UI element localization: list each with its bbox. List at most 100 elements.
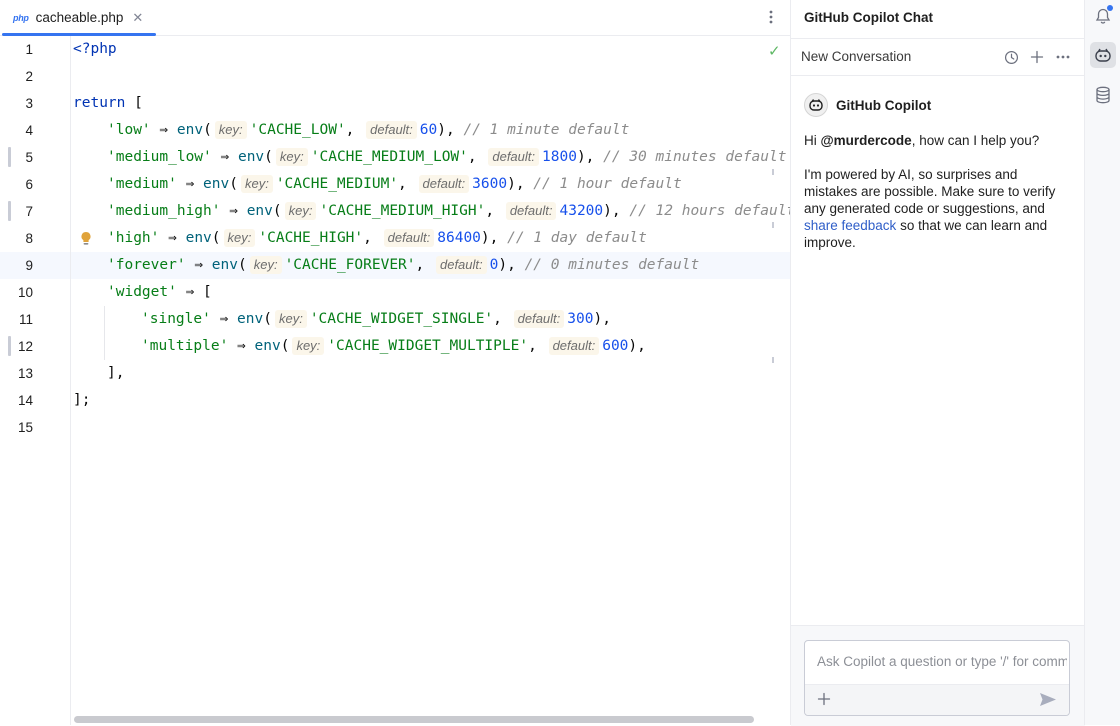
- editor-tab-cacheable-php[interactable]: php cacheable.php ✕: [0, 0, 156, 36]
- line-number: 12: [17, 339, 33, 354]
- line-number: 13: [17, 366, 33, 381]
- code-text: 'forever' ⇒ env(key: 'CACHE_FOREVER', def…: [107, 256, 700, 274]
- more-options-icon[interactable]: [760, 6, 782, 28]
- code-line-5[interactable]: 5 'medium_low' ⇒ env(key: 'CACHE_MEDIUM_L…: [0, 144, 790, 171]
- conversation-toolbar: New Conversation: [791, 38, 1085, 76]
- scroll-marker[interactable]: [772, 222, 774, 228]
- code-text: 'single' ⇒ env(key: 'CACHE_WIDGET_SINGLE'…: [141, 310, 611, 328]
- more-options-icon[interactable]: [1054, 48, 1072, 66]
- copilot-panel-header: GitHub Copilot Chat: [791, 0, 1085, 35]
- indent-guide: [104, 306, 105, 360]
- param-hint: default:: [435, 256, 487, 274]
- line-number: 14: [17, 393, 33, 408]
- chat-input-actions: [805, 684, 1069, 715]
- param-hint: key:: [249, 256, 282, 274]
- param-hint: key:: [284, 202, 317, 220]
- code-text: 'medium' ⇒ env(key: 'CACHE_MEDIUM', defau…: [107, 175, 682, 193]
- notifications-bell-icon[interactable]: [1090, 3, 1116, 29]
- chat-input-area: Ask Copilot a question or type '/' for c…: [791, 625, 1085, 726]
- line-number: 7: [25, 204, 33, 219]
- copilot-chat-panel: GitHub Copilot Chat New Conversation Git…: [790, 0, 1085, 726]
- param-hint: default:: [488, 148, 540, 166]
- copilot-welcome-message: GitHub Copilot Hi @murdercode, how can I…: [804, 93, 1074, 251]
- line-number: 15: [17, 420, 33, 435]
- line-number: 5: [25, 150, 33, 165]
- right-tool-window-strip: [1084, 0, 1120, 725]
- line-number: 4: [25, 123, 33, 138]
- code-line-3[interactable]: 3 return [: [0, 90, 790, 117]
- line-number: 10: [17, 285, 33, 300]
- author-name: GitHub Copilot: [836, 97, 932, 113]
- code-line-10[interactable]: 10 'widget' ⇒ [: [0, 279, 790, 306]
- gutter-divider: [70, 36, 71, 725]
- line-number: 3: [25, 96, 33, 111]
- attach-plus-icon[interactable]: [817, 690, 831, 711]
- send-icon[interactable]: [1039, 692, 1057, 712]
- copilot-avatar-icon: [804, 93, 828, 117]
- scroll-marker[interactable]: [772, 169, 774, 175]
- scroll-marker[interactable]: [772, 357, 774, 363]
- copilot-chat-tool-icon[interactable]: [1090, 42, 1116, 68]
- code-text: 'high' ⇒ env(key: 'CACHE_HIGH', default: 8…: [107, 229, 647, 247]
- php-file-icon: php: [13, 12, 29, 23]
- close-tab-icon[interactable]: ✕: [132, 10, 143, 26]
- code-line-1[interactable]: 1 <?php: [0, 36, 790, 63]
- tab-label: cacheable.php: [35, 10, 124, 25]
- param-hint: default:: [366, 121, 417, 139]
- param-hint: key:: [240, 175, 273, 193]
- line-number: 9: [25, 258, 33, 273]
- param-hint: default:: [548, 337, 600, 355]
- code-line-6[interactable]: 6 'medium' ⇒ env(key: 'CACHE_MEDIUM', def…: [0, 171, 790, 198]
- line-number: 8: [25, 231, 33, 246]
- code-line-14[interactable]: 14 ];: [0, 387, 790, 414]
- chat-input-placeholder[interactable]: Ask Copilot a question or type '/' for c…: [817, 654, 1067, 669]
- code-text: <?php: [73, 41, 117, 57]
- param-hint: key:: [292, 337, 325, 355]
- code-text: 'widget' ⇒ [: [107, 284, 212, 300]
- code-text: ],: [107, 365, 125, 381]
- code-line-12[interactable]: 12 'multiple' ⇒ env(key: 'CACHE_WIDGET_MU…: [0, 333, 790, 360]
- param-hint: key:: [214, 121, 247, 139]
- vcs-change-marker[interactable]: [8, 201, 11, 221]
- code-line-4[interactable]: 4 'low' ⇒ env(key: 'CACHE_LOW', default: 6…: [0, 117, 790, 144]
- line-number: 2: [25, 69, 33, 84]
- panel-title: GitHub Copilot Chat: [804, 10, 933, 25]
- code-line-2[interactable]: 2: [0, 63, 790, 90]
- line-number: 6: [25, 177, 33, 192]
- code-line-7[interactable]: 7 'medium_high' ⇒ env(key: 'CACHE_MEDIUM_…: [0, 198, 795, 225]
- param-hint: default:: [383, 229, 435, 247]
- share-feedback-link[interactable]: share feedback: [804, 218, 896, 233]
- database-icon[interactable]: [1090, 82, 1116, 108]
- code-text: ];: [73, 392, 91, 408]
- horizontal-scrollbar[interactable]: [74, 716, 754, 723]
- vcs-change-marker[interactable]: [8, 147, 11, 167]
- message-author: GitHub Copilot: [804, 93, 1074, 117]
- history-icon[interactable]: [1002, 48, 1020, 66]
- new-conversation-plus-icon[interactable]: [1028, 48, 1046, 66]
- code-text: 'multiple' ⇒ env(key: 'CACHE_WIDGET_MULTI…: [141, 337, 646, 355]
- param-hint: default:: [513, 310, 565, 328]
- chat-input[interactable]: Ask Copilot a question or type '/' for c…: [804, 640, 1070, 716]
- code-line-8[interactable]: 8 'high' ⇒ env(key: 'CACHE_HIGH', default…: [0, 225, 790, 252]
- code-line-13[interactable]: 13 ],: [0, 360, 790, 387]
- code-line-11[interactable]: 11 'single' ⇒ env(key: 'CACHE_WIDGET_SING…: [0, 306, 790, 333]
- code-editor[interactable]: php cacheable.php ✕ ✓ 1 <?php 2 3 return…: [0, 0, 795, 725]
- param-hint: key:: [275, 148, 308, 166]
- code-text: 'medium_high' ⇒ env(key: 'CACHE_MEDIUM_HI…: [107, 202, 796, 220]
- param-hint: key:: [223, 229, 256, 247]
- code-text: 'low' ⇒ env(key: 'CACHE_LOW', default: 60)…: [107, 121, 630, 139]
- code-line-15[interactable]: 15: [0, 414, 790, 441]
- editor-tab-bar: php cacheable.php ✕: [0, 0, 790, 36]
- disclaimer-text: I'm powered by AI, so surprises and mist…: [804, 167, 1056, 250]
- greeting-text: Hi @murdercode, how can I help you?: [804, 133, 1040, 148]
- param-hint: default:: [418, 175, 470, 193]
- param-hint: key:: [274, 310, 307, 328]
- code-text: return [: [73, 95, 143, 111]
- username: @murdercode: [820, 133, 912, 148]
- conversation-title: New Conversation: [801, 49, 912, 64]
- code-line-9-current[interactable]: 9 'forever' ⇒ env(key: 'CACHE_FOREVER', d…: [0, 252, 790, 279]
- notification-badge: [1107, 5, 1113, 11]
- vcs-change-marker[interactable]: [8, 336, 11, 356]
- lightbulb-icon[interactable]: [80, 231, 92, 246]
- param-hint: default:: [505, 202, 557, 220]
